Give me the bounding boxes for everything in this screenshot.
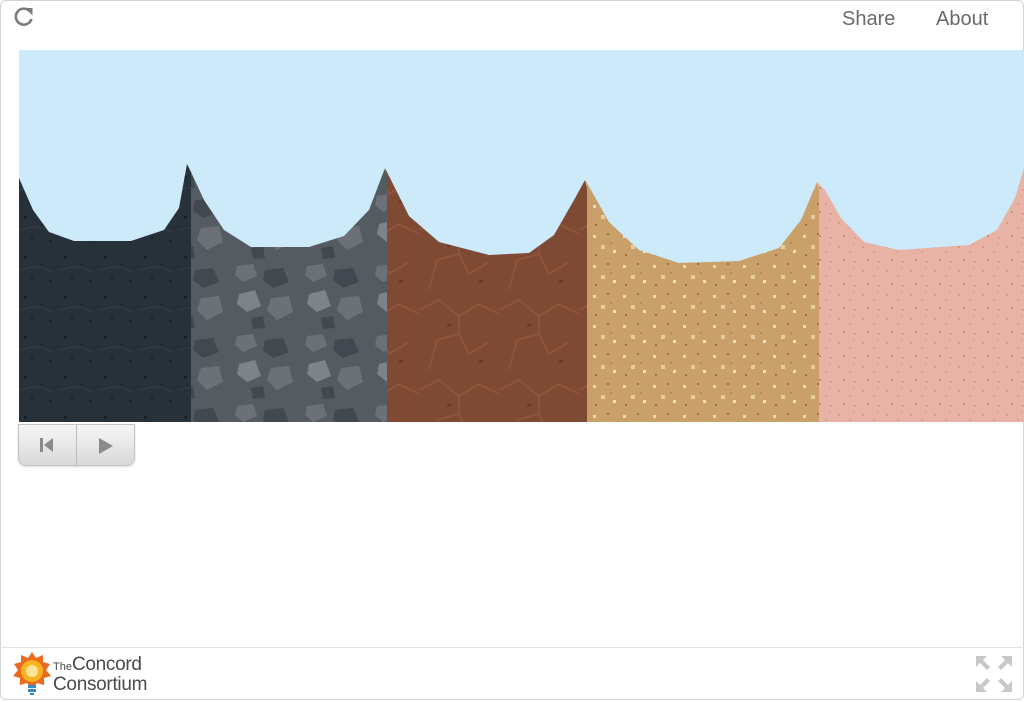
skip-back-icon	[40, 438, 53, 452]
rock-layer-basalt	[19, 164, 191, 422]
play-button[interactable]	[77, 425, 134, 465]
rock-layer-red	[385, 168, 587, 422]
fullscreen-icon[interactable]	[974, 654, 1014, 694]
about-link[interactable]: About	[936, 8, 988, 30]
logo-text-consortium: Consortium	[53, 674, 148, 695]
reload-icon[interactable]	[12, 5, 36, 29]
rock-layer-gabbro	[187, 164, 387, 422]
playback-controls	[18, 424, 135, 466]
play-icon	[99, 438, 113, 454]
top-bar: Share About	[0, 0, 1024, 44]
model-canvas[interactable]	[19, 50, 1024, 422]
rock-layer-pink-granite	[817, 168, 1024, 422]
reset-button[interactable]	[19, 425, 77, 465]
logo-text-concord: Concord	[71, 654, 142, 675]
landscape-scene	[19, 164, 1024, 422]
footer-bar: TheConcord Consortium	[0, 647, 1024, 701]
share-link[interactable]: Share	[842, 8, 895, 30]
concord-logo-icon[interactable]	[12, 651, 54, 697]
logo-text-the: The	[53, 661, 72, 673]
rock-layer-sandstone	[585, 180, 819, 422]
concord-logo-text[interactable]: TheConcord Consortium	[53, 654, 148, 695]
